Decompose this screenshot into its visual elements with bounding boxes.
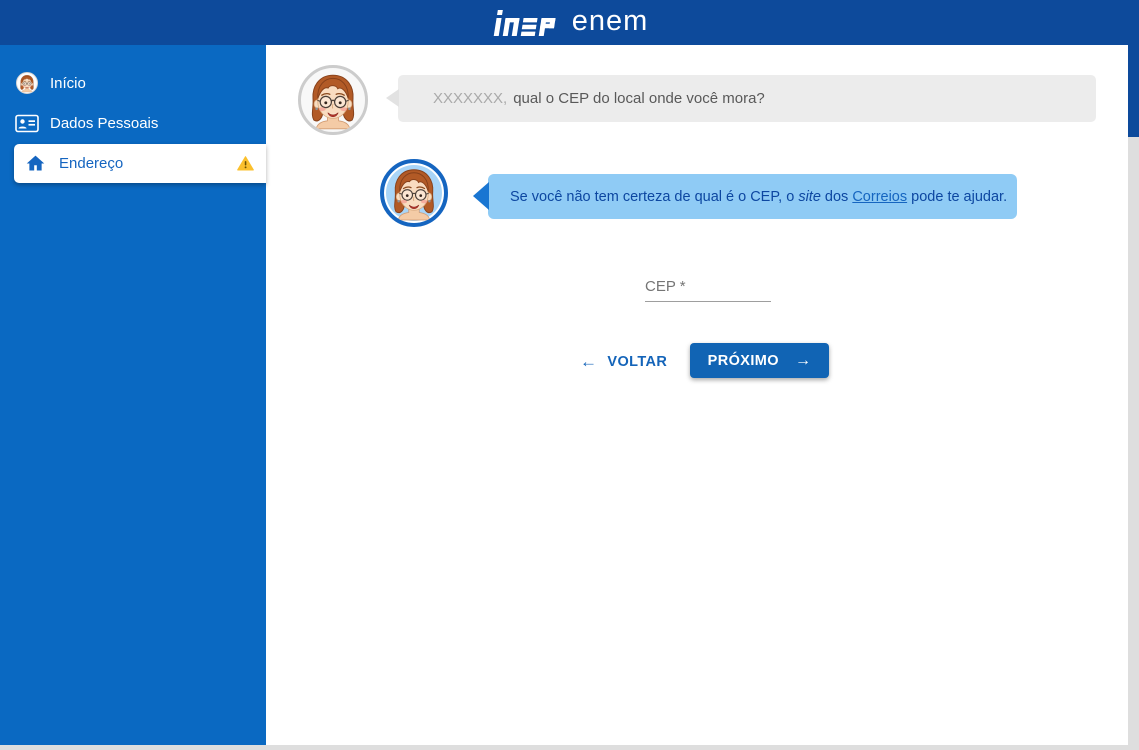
sidebar-item-label: Endereço — [59, 155, 123, 172]
cep-field: CEP * — [645, 273, 771, 302]
arrow-left-icon: ← — [580, 352, 597, 372]
arrow-right-icon: → — [795, 352, 811, 370]
hint-italic: site — [798, 189, 821, 205]
correios-link[interactable]: Correios — [852, 189, 907, 205]
warning-icon — [237, 155, 254, 172]
sidebar-item-label: Início — [50, 75, 86, 92]
sidebar-item-inicio[interactable]: Início — [0, 69, 266, 97]
avatar-icon — [15, 72, 39, 94]
voltar-button[interactable]: ← VOLTAR — [580, 348, 667, 376]
sidebar: Início Dados Pessoais Endereço — [0, 45, 266, 750]
vertical-scrollbar-thumb[interactable] — [1128, 45, 1139, 137]
horizontal-scrollbar[interactable] — [0, 745, 1139, 750]
enem-logo-text: enem — [572, 7, 649, 39]
sidebar-item-label: Dados Pessoais — [50, 115, 158, 132]
main-content: XXXXXXX, qual o CEP do local onde você m… — [266, 45, 1139, 750]
cep-input[interactable] — [645, 275, 771, 299]
assistant-avatar-highlight — [380, 159, 448, 227]
hint-text: Se você não tem certeza de qual é o CEP,… — [510, 189, 1007, 205]
sidebar-item-dados-pessoais[interactable]: Dados Pessoais — [0, 109, 266, 137]
assistant-avatar — [298, 65, 368, 135]
chat-bubble-question: XXXXXXX, qual o CEP do local onde você m… — [398, 75, 1096, 122]
id-card-icon — [15, 114, 39, 133]
voltar-label: VOLTAR — [607, 354, 667, 370]
app-header: enem — [0, 0, 1139, 45]
bubble-tail — [473, 182, 489, 210]
proximo-button[interactable]: PRÓXIMO → — [690, 343, 829, 378]
sidebar-item-endereco-active[interactable]: Endereço — [14, 144, 266, 183]
inep-logo-icon — [491, 9, 561, 37]
chat-bubble-hint: Se você não tem certeza de qual é o CEP,… — [488, 174, 1017, 219]
question-text: qual o CEP do local onde você mora? — [513, 90, 765, 107]
user-name-placeholder: XXXXXXX, — [433, 90, 507, 107]
cep-underline — [645, 301, 771, 302]
proximo-label: PRÓXIMO — [708, 353, 779, 369]
home-icon — [24, 153, 46, 174]
vertical-scrollbar[interactable] — [1128, 45, 1139, 750]
enem-registration-page: enem Início Dados Pessoais — [0, 0, 1139, 750]
bubble-tail — [386, 89, 399, 107]
